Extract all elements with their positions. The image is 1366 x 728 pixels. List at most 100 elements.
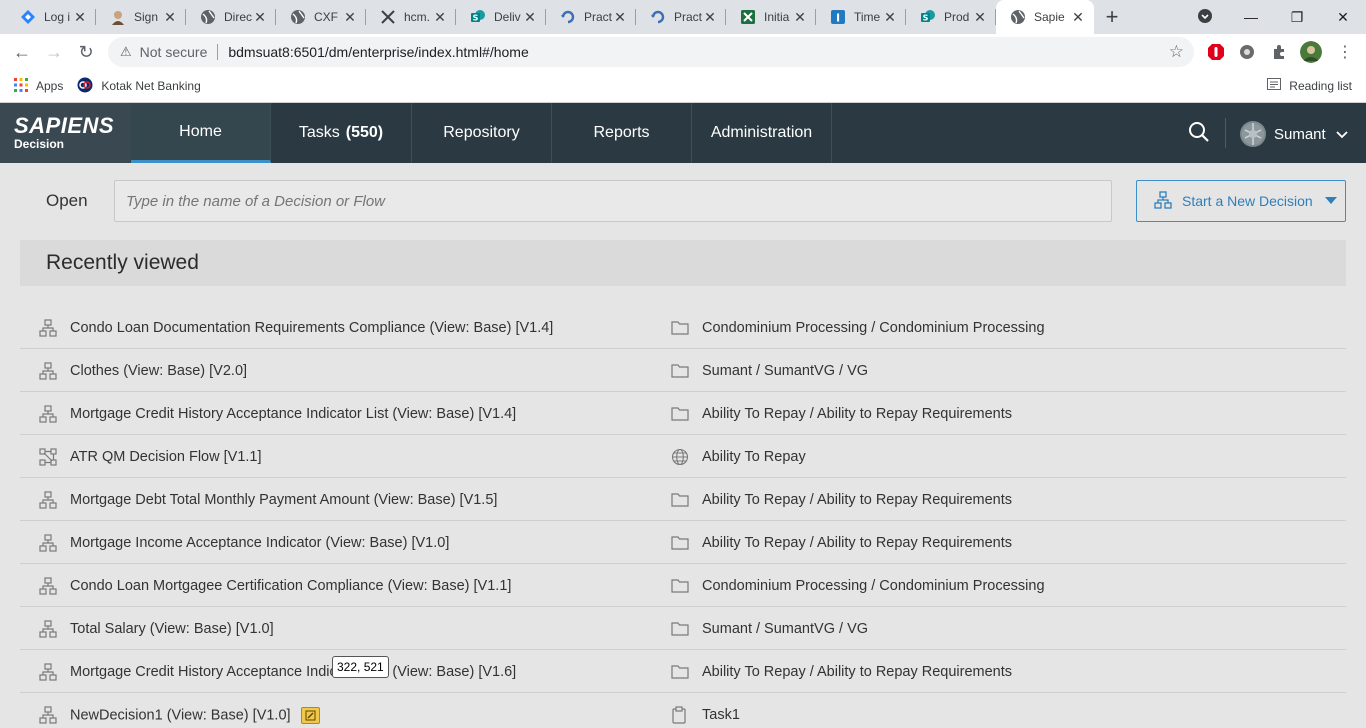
restore-button[interactable]: ❐	[1274, 9, 1320, 26]
recent-item-location-link[interactable]: Ability To Repay	[702, 449, 806, 465]
coordinate-tooltip: 322, 521	[332, 656, 389, 678]
recent-item-location-link[interactable]: Condominium Processing / Condominium Pro…	[702, 320, 1045, 336]
minimize-button[interactable]: —	[1228, 9, 1274, 25]
recent-item-row: Mortgage Credit History Acceptance Indic…	[20, 392, 1346, 435]
close-tab-icon[interactable]: ✕	[342, 9, 358, 26]
close-window-button[interactable]: ✕	[1320, 9, 1366, 26]
browser-menu-icon[interactable]: ⋮	[1334, 41, 1356, 63]
browser-tab[interactable]: Direc ✕	[186, 0, 276, 34]
adblock-extension-icon[interactable]	[1205, 41, 1227, 63]
recent-item-name-link[interactable]: Mortgage Income Acceptance Indicator (Vi…	[70, 535, 449, 551]
browser-tab[interactable]: I Time ✕	[816, 0, 906, 34]
recent-item-name-link[interactable]: Total Salary (View: Base) [V1.0]	[70, 621, 274, 637]
browser-tab[interactable]: Pract ✕	[636, 0, 726, 34]
folder-icon	[671, 319, 689, 337]
svg-text:S: S	[923, 14, 929, 23]
start-new-decision-button[interactable]: Start a New Decision	[1136, 180, 1346, 222]
recent-item-name: Condo Loan Documentation Requirements Co…	[70, 320, 554, 336]
app-header: SAPIENS Decision Home Tasks (550) Reposi…	[0, 103, 1366, 163]
recent-item-name-link[interactable]: NewDecision1 (View: Base) [V1.0]	[70, 707, 320, 724]
recent-item-location-link[interactable]: Ability To Repay / Ability to Repay Requ…	[702, 664, 1012, 680]
forward-arrow-icon[interactable]: →	[38, 42, 70, 63]
close-tab-icon[interactable]: ✕	[432, 9, 448, 26]
user-avatar-icon	[1240, 121, 1266, 147]
sapiens-logo[interactable]: SAPIENS Decision	[0, 103, 131, 163]
tab-search-icon[interactable]	[1182, 8, 1228, 27]
close-tab-icon[interactable]: ✕	[252, 9, 268, 26]
recent-item-location-link[interactable]: Ability To Repay / Ability to Repay Requ…	[702, 535, 1012, 551]
nav-tasks[interactable]: Tasks (550)	[271, 103, 412, 163]
recent-item-name: Mortgage Debt Total Monthly Payment Amou…	[70, 492, 498, 508]
recent-item-name-link[interactable]: Mortgage Credit History Acceptance Indic…	[70, 406, 516, 422]
tab-title: Time	[854, 10, 881, 24]
nav-home[interactable]: Home	[131, 103, 271, 163]
tab-title: Prod	[944, 10, 970, 24]
browser-tab[interactable]: hcm. ✕	[366, 0, 456, 34]
close-tab-icon[interactable]: ✕	[612, 9, 628, 26]
folder-icon	[671, 491, 689, 509]
new-tab-button[interactable]: +	[1094, 0, 1130, 34]
security-label[interactable]: Not secure	[140, 44, 208, 60]
back-arrow-icon[interactable]: ←	[6, 42, 38, 63]
edit-pencil-icon[interactable]	[300, 707, 320, 724]
warning-icon[interactable]: ⚠	[120, 44, 132, 60]
recent-item-location-link[interactable]: Sumant / SumantVG / VG	[702, 621, 868, 637]
recent-item-location-link[interactable]: Sumant / SumantVG / VG	[702, 363, 868, 379]
browser-tab[interactable]: Log i ✕	[6, 0, 96, 34]
folder-icon	[671, 405, 689, 423]
close-tab-icon[interactable]: ✕	[1070, 9, 1086, 26]
browser-tab[interactable]: CXF -✕	[276, 0, 366, 34]
nav-repository[interactable]: Repository	[412, 103, 552, 163]
close-tab-icon[interactable]: ✕	[702, 9, 718, 26]
close-tab-icon[interactable]: ✕	[162, 9, 178, 26]
close-tab-icon[interactable]: ✕	[792, 9, 808, 26]
recent-item-location-link[interactable]: Ability To Repay / Ability to Repay Requ…	[702, 406, 1012, 422]
close-tab-icon[interactable]: ✕	[522, 9, 538, 26]
recent-item-name-link[interactable]: Clothes (View: Base) [V2.0]	[70, 363, 247, 379]
decision-icon	[39, 577, 57, 595]
recent-item-name-link[interactable]: Mortgage Debt Total Monthly Payment Amou…	[70, 492, 497, 508]
puzzle-extensions-icon[interactable]	[1268, 41, 1290, 63]
decision-icon	[39, 620, 57, 638]
close-tab-icon[interactable]: ✕	[972, 9, 988, 26]
user-name: Sumant	[1274, 125, 1326, 143]
tab-title: Log i	[44, 10, 71, 24]
recent-item-name-link[interactable]: ATR QM Decision Flow [V1.1]	[70, 449, 262, 465]
bookmark-star-icon[interactable]: ☆	[1169, 42, 1184, 62]
browser-tab[interactable]: S Prod ✕	[906, 0, 996, 34]
browser-tab[interactable]: Sapie ✕	[996, 0, 1094, 34]
folder-icon	[671, 663, 689, 681]
nav-reports[interactable]: Reports	[552, 103, 692, 163]
profile-avatar[interactable]	[1300, 41, 1322, 63]
recent-item-location-link[interactable]: Task1	[702, 707, 740, 723]
browser-tab[interactable]: Initia ✕	[726, 0, 816, 34]
recent-item-location-link[interactable]: Ability To Repay / Ability to Repay Requ…	[702, 492, 1012, 508]
extension-icon[interactable]	[1236, 41, 1258, 63]
open-search-input[interactable]	[114, 180, 1112, 222]
chevron-down-icon	[1336, 126, 1348, 143]
close-tab-icon[interactable]: ✕	[72, 9, 88, 26]
search-icon[interactable]	[1188, 121, 1214, 147]
close-tab-icon[interactable]: ✕	[882, 9, 898, 26]
recent-item-name-link[interactable]: Mortgage Credit History Acceptance Indic…	[70, 664, 516, 680]
user-menu[interactable]: Sumant	[1240, 121, 1348, 147]
recent-item-name-link[interactable]: Condo Loan Mortgagee Certification Compl…	[70, 578, 511, 594]
tab-title: CXF -	[314, 10, 342, 24]
url-text[interactable]: bdmsuat8:6501/dm/enterprise/index.html#/…	[228, 44, 528, 60]
tasks-count-badge: (550)	[345, 124, 384, 141]
browser-tab[interactable]: Sign ✕	[96, 0, 186, 34]
browser-tab[interactable]: S Deliv ✕	[456, 0, 546, 34]
bookmark-apps[interactable]: Apps	[14, 77, 63, 95]
reload-icon[interactable]: ↻	[70, 42, 102, 63]
nav-home-label: Home	[179, 122, 222, 140]
recent-item-name-link[interactable]: Condo Loan Documentation Requirements Co…	[70, 320, 553, 336]
folder-icon	[671, 620, 689, 638]
recent-item-location-link[interactable]: Condominium Processing / Condominium Pro…	[702, 578, 1045, 594]
address-bar[interactable]: ⚠ Not secure bdmsuat8:6501/dm/enterprise…	[108, 37, 1194, 67]
dropdown-caret-icon[interactable]	[1325, 197, 1337, 204]
nav-administration[interactable]: Administration	[692, 103, 832, 163]
bookmark-kotak[interactable]: Kotak Net Banking	[77, 77, 201, 96]
browser-tab[interactable]: Pract ✕	[546, 0, 636, 34]
reading-list-button[interactable]: Reading list	[1267, 78, 1352, 93]
recent-item-row: Total Salary (View: Base) [V1.0] Sumant /…	[20, 607, 1346, 650]
